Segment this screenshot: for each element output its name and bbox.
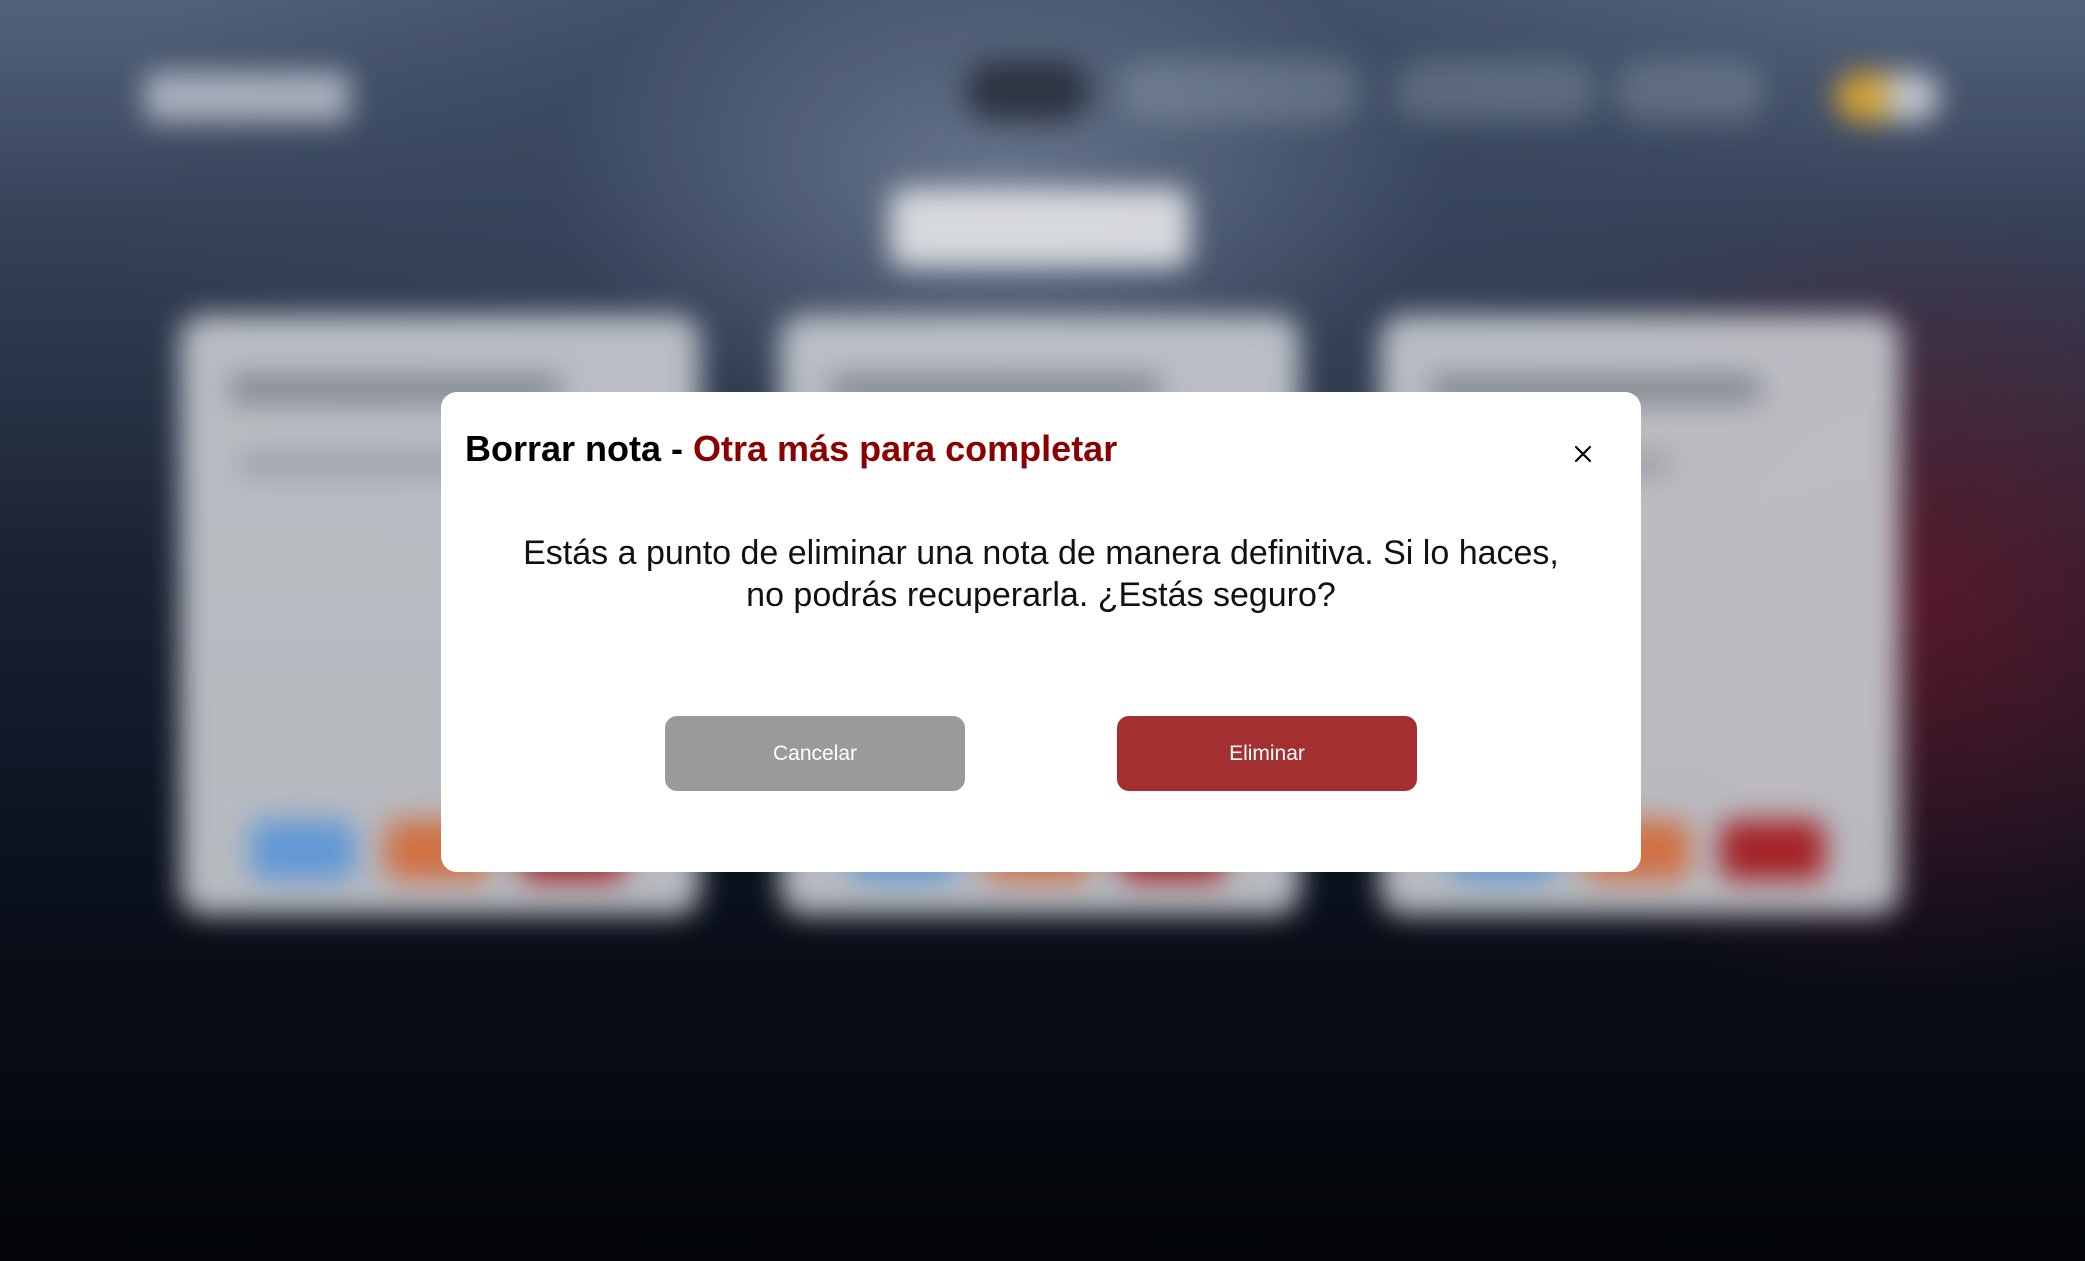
note-name: Otra más para completar — [693, 428, 1118, 469]
delete-button[interactable]: Eliminar — [1117, 716, 1417, 791]
confirmation-message: Estás a punto de eliminar una nota de ma… — [523, 534, 1559, 614]
modal-title-prefix: Borrar nota - — [465, 428, 694, 469]
cancel-button[interactable]: Cancelar — [665, 716, 965, 791]
close-icon — [1574, 445, 1592, 463]
close-button[interactable] — [1561, 432, 1605, 476]
modal-title: Borrar nota - Otra más para completar — [465, 428, 1117, 470]
delete-note-modal: Borrar nota - Otra más para completar Es… — [441, 392, 1641, 872]
